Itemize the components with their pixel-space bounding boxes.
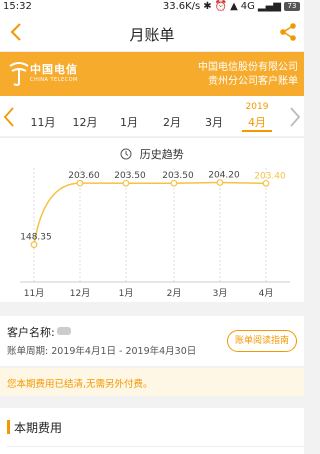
- chevron-left-icon[interactable]: [2, 106, 16, 128]
- organization-name: 中国电信股份有限公司 贵州分公司客户账单: [198, 61, 298, 89]
- chart-x-tick-label: 12月: [70, 288, 90, 299]
- logo-text: 中国电信: [30, 63, 78, 76]
- telecom-banner: 中国电信 CHINA TELECOM 中国电信股份有限公司 贵州分公司客户账单: [0, 52, 304, 96]
- share-icon[interactable]: [278, 22, 298, 42]
- chart-point: [122, 179, 130, 187]
- customer-info: 客户名称: 账单周期: 2019年4月1日 - 2019年4月30日 账单阅读指…: [0, 316, 304, 366]
- chart-data-label: 203.40: [254, 171, 286, 181]
- chart-data-label: 204.20: [208, 170, 240, 180]
- month-tab[interactable]: 1月: [112, 114, 146, 130]
- chart-data-label: 203.60: [68, 171, 100, 181]
- signal-icon: ▂▄▆: [257, 1, 281, 12]
- current-charges-section[interactable]: 本期费用: [0, 408, 304, 454]
- month-tab[interactable]: 2月: [155, 114, 189, 130]
- payment-notice: 您本期费用已结清,无需另外付费。: [0, 368, 304, 396]
- clock-icon: [120, 148, 132, 160]
- chart-x-tick-label: 1月: [119, 288, 134, 299]
- wifi-icon: ▲: [230, 1, 238, 12]
- trend-heading-label: 历史趋势: [139, 148, 184, 161]
- alarm-icon: ⏰: [214, 1, 228, 12]
- chart-data-label: 148.35: [20, 233, 52, 243]
- trend-line-chart: 148.35 203.60 203.50 203.50 204.20 203.40 11月 1…: [20, 168, 290, 299]
- chevron-right-icon[interactable]: [288, 106, 302, 128]
- status-icons: 33.6K/s ✱ ⏰ ▲ 4G ▂▄▆ 73: [163, 1, 300, 12]
- section-accent-bar: [7, 420, 10, 434]
- month-tab-label: 4月: [248, 116, 266, 129]
- status-bar: 15:32 33.6K/s ✱ ⏰ ▲ 4G ▂▄▆ 73: [0, 0, 304, 14]
- chart-point: [30, 241, 38, 249]
- chart-point: [170, 179, 178, 187]
- status-time: 15:32: [3, 1, 32, 12]
- masked-name: [56, 327, 71, 335]
- navigation-bar: 月账单: [0, 14, 304, 52]
- battery-icon: 73: [284, 2, 300, 11]
- history-trend-panel: 历史趋势 148.35 203.60 203.50 203.50 204.20 203.4…: [0, 137, 304, 302]
- chart-series-line: [33, 181, 267, 245]
- chart-data-label: 203.50: [114, 171, 146, 181]
- network-type: 4G: [240, 1, 255, 12]
- month-tab[interactable]: 12月: [68, 114, 102, 130]
- chart-data-label: 203.50: [162, 171, 194, 181]
- billing-period: 账单周期: 2019年4月1日 - 2019年4月30日: [7, 346, 197, 357]
- chart-point: [262, 179, 270, 187]
- chart-x-tick-label: 2月: [167, 288, 182, 299]
- chart-x-tick-label: 11月: [24, 288, 44, 299]
- month-tab[interactable]: 11月: [26, 114, 60, 130]
- section-title: 本期费用: [14, 421, 63, 435]
- divider: [7, 446, 304, 447]
- month-tab-selected[interactable]: 2019 4月: [240, 102, 274, 132]
- month-tab[interactable]: 3月: [197, 114, 231, 130]
- chart-x-tick-label: 3月: [213, 288, 228, 299]
- customer-name: 客户名称:: [7, 324, 71, 340]
- org-line-1: 中国电信股份有限公司: [198, 62, 298, 73]
- month-selector: 11月 12月 1月 2月 3月 2019 4月: [0, 96, 304, 136]
- bill-guide-button[interactable]: 账单阅读指南: [226, 330, 297, 352]
- chart-point: [216, 179, 224, 186]
- network-speed: 33.6K/s: [162, 1, 201, 12]
- year-label: 2019: [245, 102, 269, 112]
- bluetooth-icon: ✱: [203, 1, 212, 12]
- chart-point: [76, 179, 84, 187]
- org-line-2: 贵州分公司客户账单: [208, 76, 298, 87]
- page-title: 月账单: [129, 26, 175, 44]
- selected-underline: [242, 130, 272, 132]
- trend-heading: 历史趋势: [0, 146, 304, 162]
- payment-notice-text: 您本期费用已结清,无需另外付费。: [7, 379, 153, 390]
- customer-name-label: 客户名称:: [7, 326, 55, 339]
- chart-x-tick-label: 4月: [259, 288, 274, 299]
- logo-subtext: CHINA TELECOM: [30, 77, 78, 83]
